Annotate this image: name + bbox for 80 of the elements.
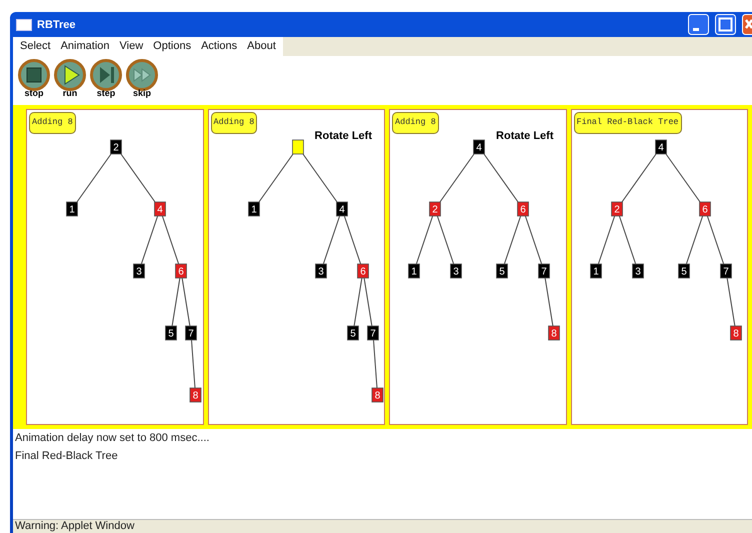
tree-edge	[618, 216, 636, 264]
close-button[interactable]	[742, 14, 752, 35]
tree-edge	[664, 154, 700, 202]
step-caption: Final Red-Black Tree	[574, 112, 682, 134]
menu-item[interactable]: Select	[15, 37, 56, 56]
menu-item[interactable]: About	[242, 37, 281, 56]
tree-node: 1	[408, 264, 420, 278]
operation-label: Rotate Left	[496, 130, 554, 142]
tree-node: 6	[175, 264, 187, 278]
tree-node: 8	[548, 326, 560, 340]
tree-node: 2	[110, 140, 122, 154]
window-title: RBTree	[37, 18, 77, 30]
tree-edge	[416, 216, 434, 264]
tree-edge	[483, 154, 519, 202]
tree-node: 4	[336, 202, 348, 216]
tree-node: 3	[450, 264, 462, 278]
status-bar: Warning: Applet Window	[13, 519, 752, 533]
tree-edge	[302, 154, 338, 202]
tree-node: 1	[66, 202, 78, 216]
step-caption: Adding 8	[29, 112, 76, 134]
tree-edge	[439, 154, 475, 202]
tree-node: 6	[517, 202, 529, 216]
tree-node: 3	[632, 264, 644, 278]
tree-node: 7	[366, 326, 378, 340]
window-icon	[16, 18, 32, 30]
tree-edge	[372, 340, 377, 388]
operation-label: Rotate Left	[314, 130, 372, 142]
tree-node	[292, 140, 304, 154]
tree-node: 5	[346, 326, 358, 340]
tree-edge	[706, 216, 724, 264]
tree-edge	[504, 216, 522, 264]
tree-edge	[258, 154, 294, 202]
tree-edge	[544, 278, 554, 326]
menu-item[interactable]: Actions	[196, 37, 242, 56]
tree-edge	[162, 216, 180, 264]
tree-edge	[120, 154, 156, 202]
tree-node: 8	[371, 388, 383, 402]
menu-item[interactable]: Animation	[56, 37, 114, 56]
tree-node: 4	[154, 202, 166, 216]
tree-edge	[140, 216, 158, 264]
tree-edge	[182, 278, 190, 326]
tree-node: 5	[496, 264, 508, 278]
tree-edge	[191, 340, 196, 388]
step-caption: Adding 8	[392, 112, 439, 134]
step-caption: Adding 8	[210, 112, 258, 134]
tree-node: 4	[654, 140, 666, 154]
tree-node: 2	[429, 202, 441, 216]
menu-item[interactable]: Options	[148, 37, 196, 56]
tree-node: 1	[248, 202, 260, 216]
tree-node: 2	[610, 202, 622, 216]
tree-edge	[76, 154, 112, 202]
log-line: Animation delay now set to 800 msec....	[15, 432, 210, 444]
tree-node: 8	[730, 326, 742, 340]
tree-edge	[322, 216, 340, 264]
tree-edge	[685, 216, 703, 264]
tree-node: 1	[590, 264, 602, 278]
tree-node: 7	[720, 264, 732, 278]
tree-node: 7	[185, 326, 197, 340]
tree-edge	[363, 278, 372, 326]
menu-item[interactable]: View	[114, 37, 148, 56]
tree-edge	[597, 216, 615, 264]
tree-node: 3	[133, 264, 145, 278]
tree-edge	[343, 216, 361, 264]
tree-node: 7	[538, 264, 550, 278]
tree-node: 6	[698, 202, 710, 216]
tree-node: 4	[473, 140, 485, 154]
tree-edge	[524, 216, 542, 264]
tree-edge	[620, 154, 656, 202]
tree-edge	[172, 278, 180, 326]
tree-node: 5	[165, 326, 177, 340]
tree-edge	[436, 216, 454, 264]
tree-edge	[726, 278, 735, 326]
minimize-button[interactable]	[688, 14, 709, 35]
maximize-button[interactable]	[715, 14, 736, 35]
tree-edge	[353, 278, 362, 326]
tree-node: 6	[356, 264, 368, 278]
tree-node: 3	[314, 264, 326, 278]
tree-node: 8	[190, 388, 202, 402]
log-line: Final Red-Black Tree	[15, 450, 118, 462]
tree-node: 5	[678, 264, 690, 278]
